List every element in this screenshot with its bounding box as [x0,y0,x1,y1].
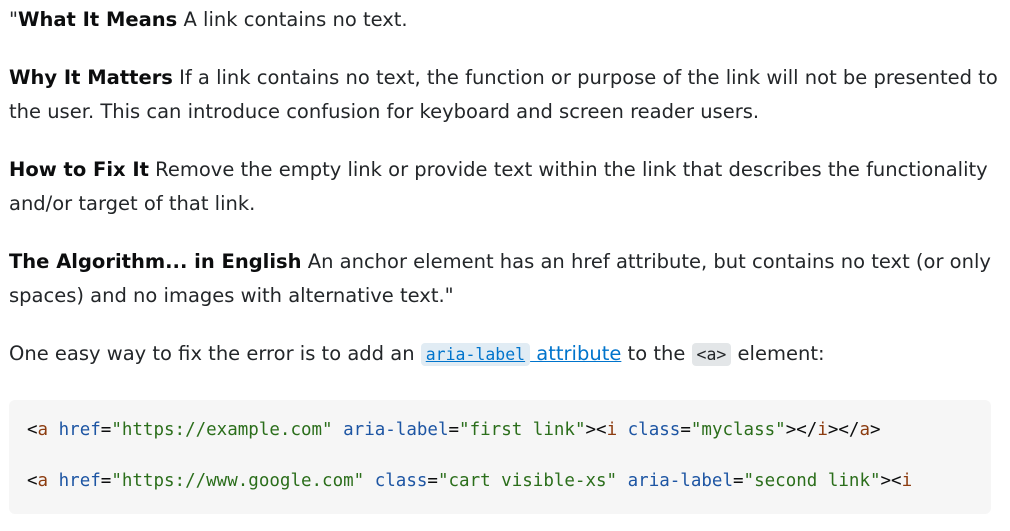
code-tag: i [817,420,828,440]
heading-what-it-means: What It Means [17,8,178,31]
code-tag: i [901,471,913,491]
code-tag: a [859,420,871,440]
paragraph-how-to-fix: How to Fix It Remove the empty link or p… [9,153,999,221]
link-text: attribute [530,342,622,365]
answer-body: "What It Means A link contains no text. … [9,3,999,396]
code-token: = [448,420,460,440]
paragraph-algorithm: The Algorithm... in English An anchor el… [9,245,999,313]
code-attr: href [48,471,101,491]
code-string: "myclass" [690,420,786,440]
code-tag: i [606,420,618,440]
code-line-1: <a href="https://example.com" aria-label… [27,405,991,456]
code-token: ></ [785,420,818,440]
code-token: ></ [827,420,860,440]
code-token: = [100,420,112,440]
code-string: "https://example.com" [111,420,333,440]
code-attr: class [364,471,428,491]
code-string: "first link" [459,420,586,440]
code-attr: href [48,420,101,440]
code-tag: a [37,471,49,491]
fix-text-middle: to the [621,342,692,365]
code-block: <a href="https://example.com" aria-label… [9,400,991,514]
link-inline-code: aria-label [420,343,531,366]
fix-text-before: One easy way to fix the error is to add … [9,342,421,365]
code-tag: a [37,420,49,440]
aria-label-docs-link[interactable]: aria-label attribute [420,342,622,366]
text-what-it-means: A link contains no text. [177,8,408,31]
text-how-to-fix: Remove the empty link or provide text wi… [9,158,988,215]
inline-code-anchor: <a> [691,343,732,366]
code-token: >< [585,420,607,440]
code-token: = [733,471,744,491]
code-token: = [427,471,438,491]
heading-how-to-fix: How to Fix It [9,158,149,181]
code-attr: aria-label [617,471,733,491]
code-string: "second link" [743,471,881,491]
code-string: "cart visible-xs" [437,471,618,491]
paragraph-fix-sentence: One easy way to fix the error is to add … [9,337,999,372]
code-token: < [27,471,38,491]
code-token: = [680,420,691,440]
fix-text-after: element: [731,342,825,365]
paragraph-what-it-means: "What It Means A link contains no text. [9,3,999,37]
code-token: = [100,471,112,491]
code-attr: class [617,420,681,440]
code-token: < [27,420,38,440]
code-attr: aria-label [332,420,449,440]
code-token: > [870,420,881,440]
paragraph-why-it-matters: Why It Matters If a link contains no tex… [9,61,999,129]
heading-why-it-matters: Why It Matters [9,66,173,89]
code-token: >< [880,471,902,491]
code-string: "https://www.google.com" [111,471,365,491]
opening-quote: " [9,8,18,31]
heading-algorithm: The Algorithm... in English [9,250,302,273]
code-line-2: <a href="https://www.google.com" class="… [27,456,991,507]
